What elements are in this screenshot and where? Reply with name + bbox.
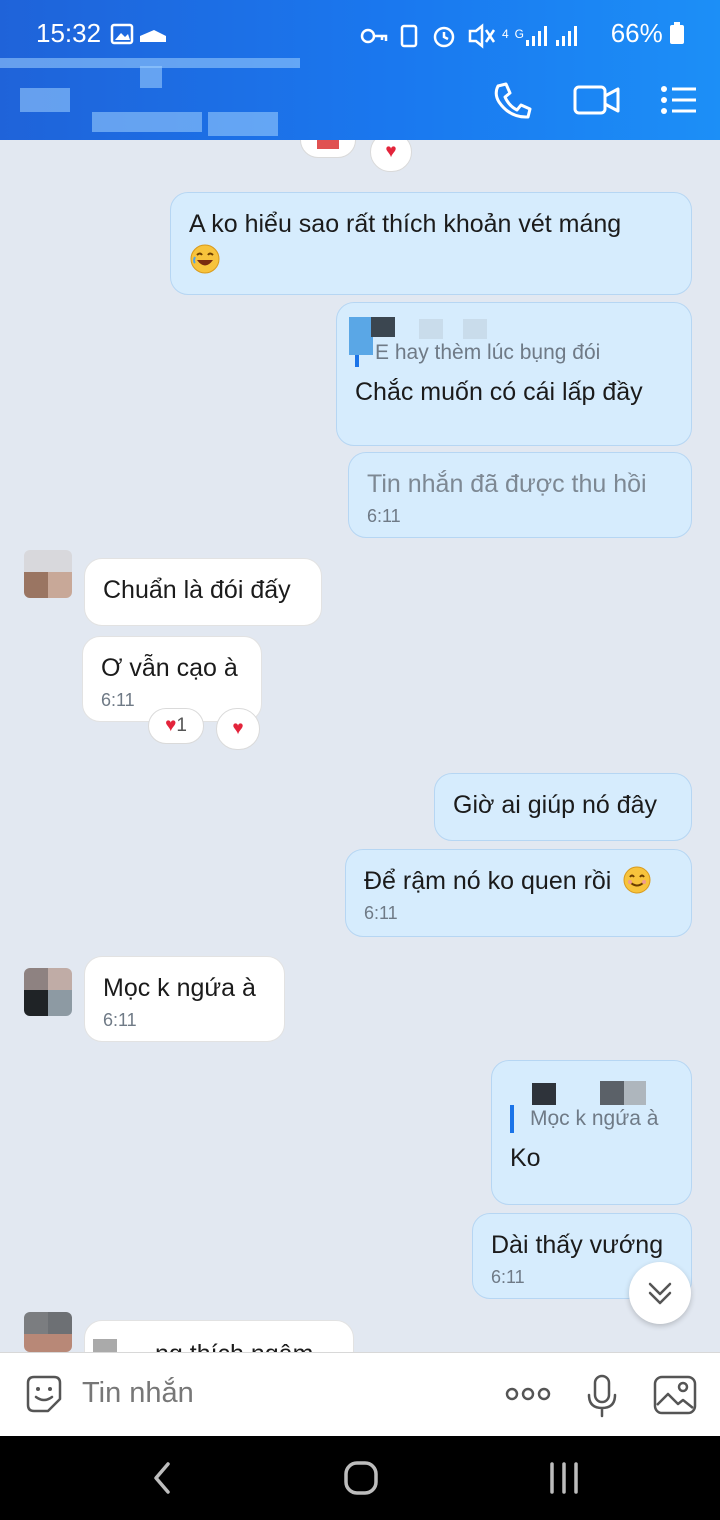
recent-apps-button[interactable] (546, 1458, 582, 1498)
image-picker-button[interactable] (652, 1373, 698, 1417)
quoted-message[interactable]: E hay thèm lúc bụng đói (355, 339, 673, 367)
message-text: Giờ ai giúp nó đây (453, 791, 658, 819)
gallery-notification-icon (110, 23, 166, 45)
reaction-count: 1 (176, 715, 187, 736)
heart-icon: ♥ (232, 718, 244, 739)
quoted-sender-blurred (337, 313, 497, 355)
message-bubble-received[interactable]: Mọc k ngứa à 6:11 (84, 956, 285, 1042)
battery-icon (670, 22, 684, 44)
battery-percent: 66% (610, 18, 663, 48)
network-type: 4G (502, 27, 530, 41)
back-button[interactable] (144, 1458, 180, 1498)
message-time: 6:11 (367, 506, 401, 526)
avatar[interactable] (24, 550, 72, 598)
reaction-badge[interactable] (300, 140, 356, 158)
chat-header: 15:32 4G 66% (0, 0, 720, 140)
message-text: Ko (510, 1144, 541, 1172)
system-status-icons: 4G (358, 22, 608, 56)
menu-icon (661, 86, 696, 114)
status-bar: 15:32 4G 66% (0, 0, 720, 66)
battery-indicator: 66% (611, 18, 684, 49)
phone-icon (494, 82, 532, 119)
heart-icon: ♥ (165, 715, 177, 736)
image-icon (653, 1375, 697, 1415)
quoted-sender-blurred (492, 1075, 662, 1105)
blurred-content (93, 1339, 117, 1352)
message-text: Chuẩn là đói đấy (103, 576, 291, 604)
message-text: Mọc k ngứa à (103, 974, 256, 1002)
reaction-heart-button[interactable]: ♥ (370, 140, 412, 172)
double-chevron-down-icon (648, 1282, 672, 1305)
microphone-icon (587, 1374, 617, 1418)
more-horizontal-icon (505, 1387, 551, 1401)
voice-message-button[interactable] (584, 1373, 620, 1419)
message-bubble-received[interactable]: Chuẩn là đói đấy (84, 558, 322, 626)
message-bubble-sent[interactable]: Để rậm nó ko quen rồi 6:11 (345, 849, 692, 937)
sticker-button[interactable] (22, 1373, 66, 1417)
message-list[interactable]: ♥ A ko hiểu sao rất thích khoản vét máng… (0, 140, 720, 1352)
options-menu-button[interactable] (656, 80, 700, 120)
home-icon (344, 1461, 378, 1495)
message-text: Ơ vẫn cạo à (101, 654, 238, 682)
message-bubble-sent[interactable]: Giờ ai giúp nó đây (434, 773, 692, 841)
message-time: 6:11 (364, 903, 398, 923)
status-time: 15:32 (36, 18, 102, 48)
reaction-heart-button[interactable]: ♥ (216, 708, 260, 750)
laughing-emoji-icon (189, 243, 673, 284)
avatar[interactable] (24, 1312, 72, 1352)
quoted-text: Mọc k ngứa à (530, 1107, 659, 1130)
quoted-text: E hay thèm lúc bụng đói (375, 341, 601, 364)
more-options-button[interactable] (504, 1379, 552, 1409)
message-bubble-sent-reply[interactable]: E hay thèm lúc bụng đói Chắc muốn có cái… (336, 302, 692, 446)
message-bubble-recalled[interactable]: Tin nhắn đã được thu hồi 6:11 (348, 452, 692, 538)
recent-apps-icon (550, 1462, 578, 1494)
message-composer: Tin nhắn (0, 1352, 720, 1436)
message-time: 6:11 (103, 1010, 137, 1030)
message-text: Chắc muốn có cái lấp đầy (355, 378, 643, 406)
home-button[interactable] (342, 1458, 382, 1498)
scroll-to-bottom-button[interactable] (629, 1262, 691, 1324)
video-call-button[interactable] (572, 80, 622, 120)
recalled-text: Tin nhắn đã được thu hồi (367, 470, 647, 498)
message-text: Dài thấy vướng (491, 1231, 664, 1259)
avatar[interactable] (24, 968, 72, 1016)
voice-call-button[interactable] (490, 80, 534, 120)
message-bubble-received[interactable]: ng thích ngậm (84, 1320, 354, 1352)
back-chevron-icon (154, 1462, 170, 1494)
message-text: A ko hiểu sao rất thích khoản vét máng (189, 210, 622, 238)
notification-icons (110, 22, 170, 54)
emoji-sticker-icon (26, 1375, 62, 1413)
smiling-emoji-icon (623, 866, 651, 894)
message-bubble-sent[interactable]: A ko hiểu sao rất thích khoản vét máng (170, 192, 692, 295)
video-call-icon (573, 85, 620, 115)
heart-icon: ♥ (385, 141, 397, 162)
system-navigation-bar (0, 1436, 720, 1520)
reaction-badge[interactable]: ♥1 (148, 708, 204, 744)
quoted-message[interactable]: Mọc k ngứa à (510, 1105, 673, 1133)
message-text: Để rậm nó ko quen rồi (364, 867, 612, 895)
message-input[interactable]: Tin nhắn (82, 1377, 194, 1410)
message-text: ng thích ngậm (155, 1337, 313, 1352)
message-bubble-sent-reply[interactable]: Mọc k ngứa à Ko (491, 1060, 692, 1205)
